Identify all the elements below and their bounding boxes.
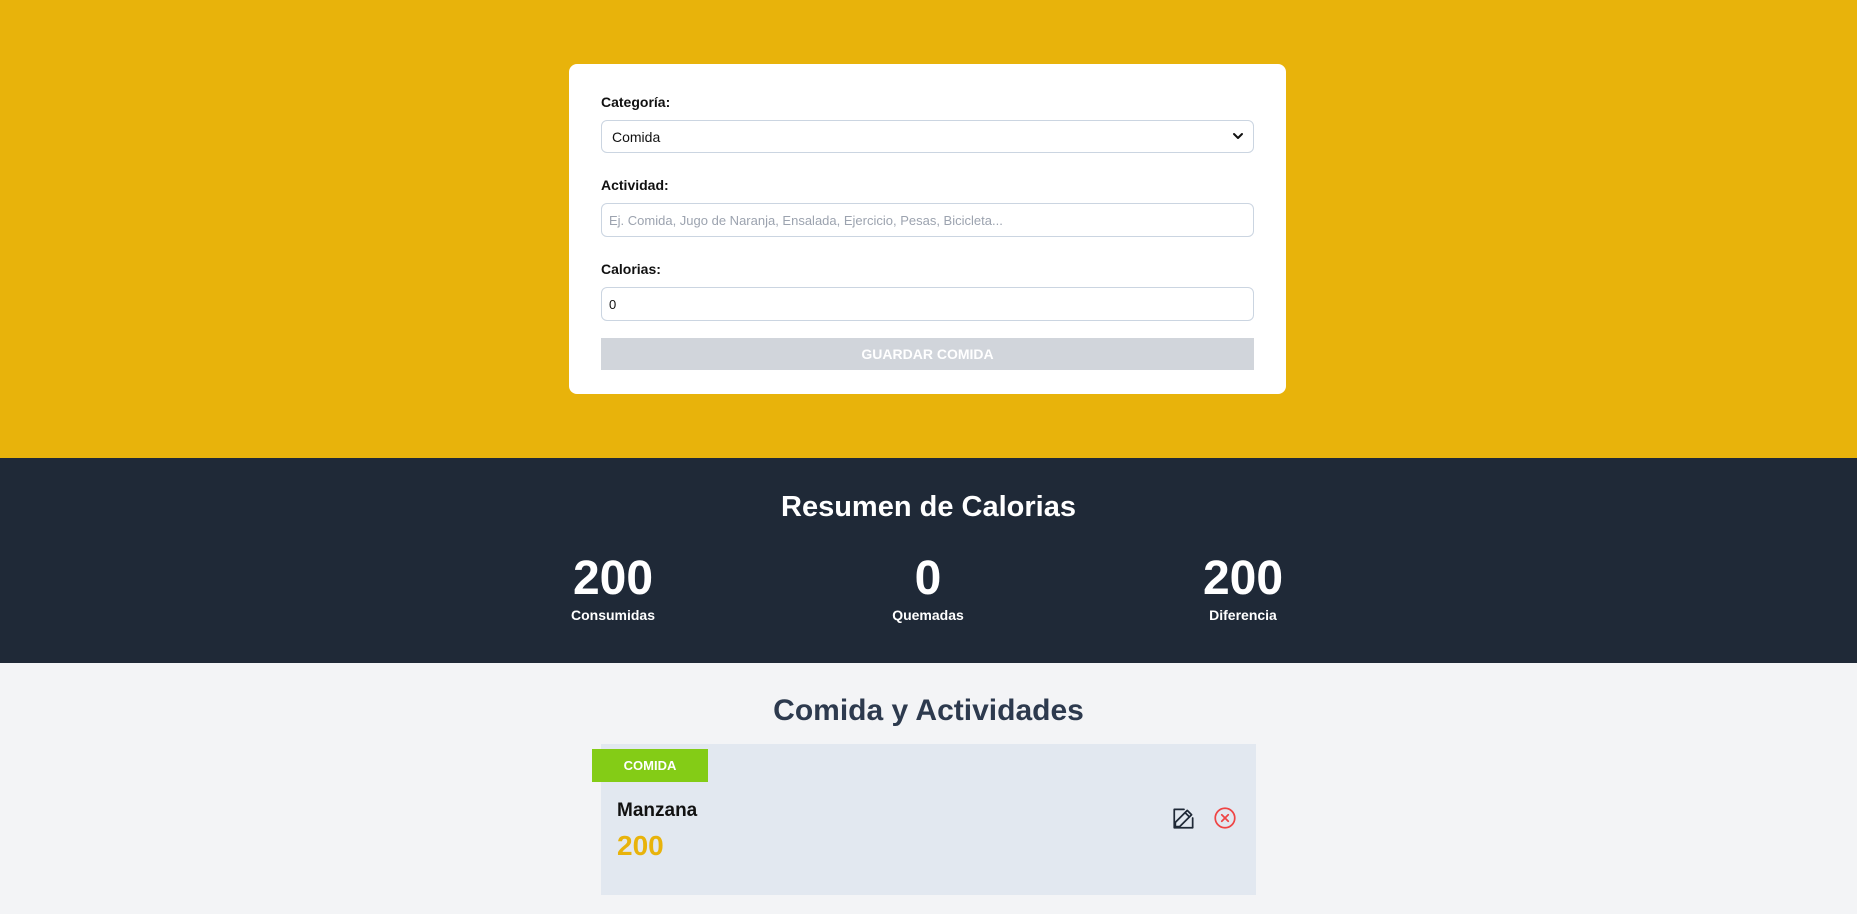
close-circle-icon[interactable] xyxy=(1212,805,1238,831)
stat-difference: 200 Diferencia xyxy=(1163,552,1323,624)
stat-consumed: 200 Consumidas xyxy=(533,552,693,624)
calorie-summary: Resumen de Calorias 200 Consumidas 0 Que… xyxy=(0,458,1857,663)
form-section: Categoría: Comida Actividad: Ej. Comida,… xyxy=(0,0,1857,458)
activity-calories: 200 xyxy=(617,830,664,861)
stat-value: 200 xyxy=(1202,552,1284,605)
category-select-value: Comida xyxy=(612,128,661,145)
summary-title: Resumen de Calorias xyxy=(781,491,1076,523)
stat-burned: 0 Quemadas xyxy=(848,552,1008,624)
edit-icon[interactable] xyxy=(1171,805,1197,831)
activity-form: Categoría: Comida Actividad: Ej. Comida,… xyxy=(569,64,1286,394)
category-label: Categoría: xyxy=(601,94,671,110)
stat-value: 200 xyxy=(572,552,654,605)
activities-title: Comida y Actividades xyxy=(773,694,1084,727)
stat-label: Consumidas xyxy=(570,607,655,623)
category-tag: Comida xyxy=(592,749,708,782)
activity-label: Actividad: xyxy=(601,177,669,193)
activity-input[interactable]: Ej. Comida, Jugo de Naranja, Ensalada, E… xyxy=(601,203,1254,237)
stat-label: Quemadas xyxy=(892,607,964,623)
stat-label: Diferencia xyxy=(1209,607,1277,623)
category-select[interactable]: Comida xyxy=(601,120,1254,153)
save-button[interactable]: Guardar Comida xyxy=(601,338,1254,370)
activity-name: Manzana xyxy=(617,800,698,821)
chevron-down-icon xyxy=(1233,133,1243,139)
calories-label: Calorias: xyxy=(601,261,661,277)
stat-value: 0 xyxy=(914,552,942,605)
calories-input[interactable]: 0 xyxy=(601,287,1254,321)
